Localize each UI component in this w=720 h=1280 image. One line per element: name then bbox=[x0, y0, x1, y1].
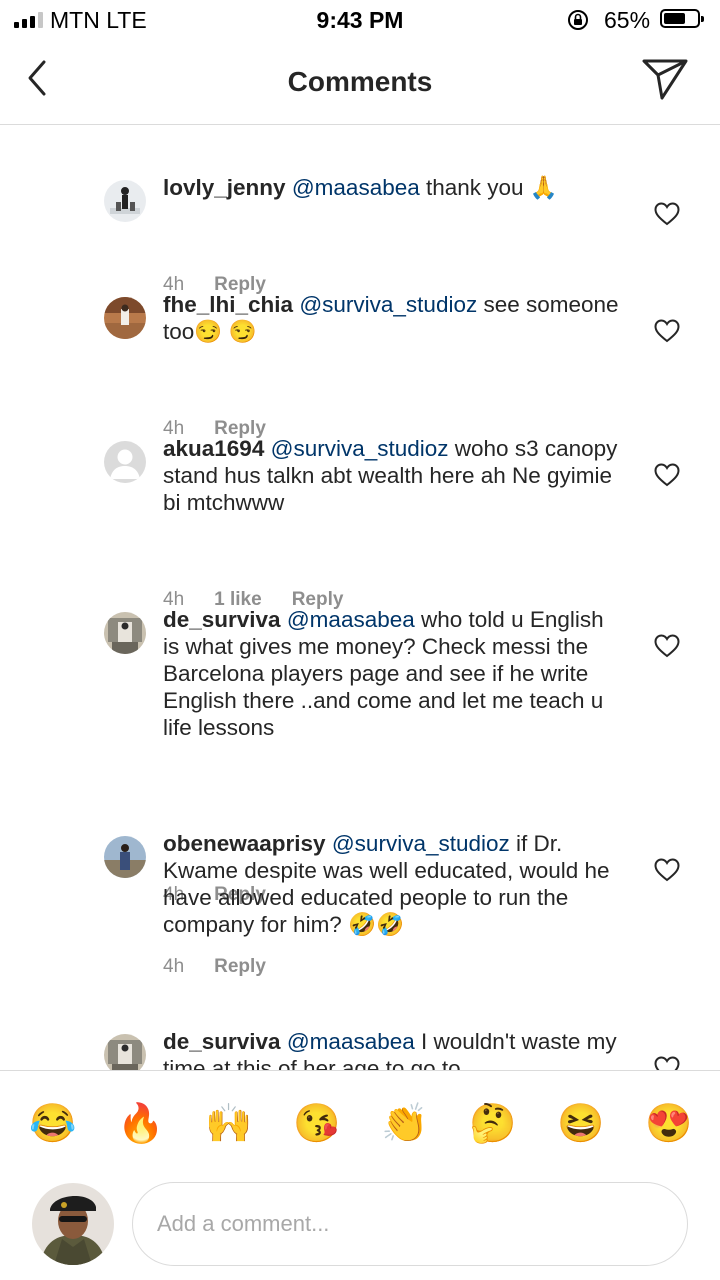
comment-mention[interactable]: @surviva_studioz bbox=[332, 831, 510, 856]
page-title: Comments bbox=[287, 66, 433, 97]
emoji-heart-eyes-button[interactable]: 😍 bbox=[645, 1101, 692, 1147]
status-bar: MTN LTE 9:43 PM 65% bbox=[0, 0, 720, 40]
comment-text: de_surviva @maasabea who told u English … bbox=[163, 606, 623, 741]
heart-icon[interactable] bbox=[654, 634, 680, 658]
comment-username[interactable]: fhe_lhi_chia bbox=[163, 292, 293, 317]
comment-username[interactable]: de_surviva bbox=[163, 607, 281, 632]
comment-text: fhe_lhi_chia @surviva_studioz see someon… bbox=[163, 291, 623, 345]
comment-text: akua1694 @surviva_studioz woho s3 canopy… bbox=[163, 435, 623, 516]
emoji-thinking-button[interactable]: 🤔 bbox=[469, 1101, 516, 1147]
direct-message-icon[interactable] bbox=[640, 56, 690, 102]
orientation-lock-icon bbox=[568, 10, 588, 30]
comment-time: 4h bbox=[163, 956, 185, 977]
comment-mention[interactable]: @maasabea bbox=[287, 1029, 415, 1054]
avatar[interactable] bbox=[104, 297, 146, 339]
comment-username[interactable]: de_surviva bbox=[163, 1029, 281, 1054]
emoji-raised-hands-button[interactable]: 🙌 bbox=[205, 1101, 252, 1147]
avatar[interactable] bbox=[104, 612, 146, 654]
comment-text: lovly_jenny @maasabea thank you 🙏 bbox=[163, 174, 623, 201]
heart-icon[interactable] bbox=[654, 1056, 680, 1070]
heart-icon[interactable] bbox=[654, 202, 680, 226]
comment-input[interactable] bbox=[132, 1182, 688, 1266]
heart-icon[interactable] bbox=[654, 319, 680, 343]
battery-percent: 65% bbox=[604, 7, 651, 33]
comment-meta: 4h Reply bbox=[163, 956, 296, 978]
reply-button[interactable]: Reply bbox=[214, 956, 266, 978]
avatar[interactable] bbox=[104, 836, 146, 878]
heart-icon[interactable] bbox=[654, 858, 680, 882]
comment-mention[interactable]: @maasabea bbox=[287, 607, 415, 632]
comment-username[interactable]: lovly_jenny bbox=[163, 175, 286, 200]
emoji-fire-button[interactable]: 🔥 bbox=[117, 1101, 164, 1147]
comment-text: obenewaaprisy @surviva_studioz if Dr. Kw… bbox=[163, 830, 623, 938]
comment-text: de_surviva @maasabea I wouldn't waste my… bbox=[163, 1028, 623, 1070]
avatar[interactable] bbox=[104, 180, 146, 222]
emoji-joy-button[interactable]: 😂 bbox=[29, 1101, 76, 1147]
emoji-kiss-button[interactable]: 😘 bbox=[293, 1101, 340, 1147]
emoji-laughing-button[interactable]: 😆 bbox=[557, 1101, 604, 1147]
battery-icon bbox=[660, 9, 704, 28]
comment-username[interactable]: obenewaaprisy bbox=[163, 831, 326, 856]
avatar[interactable] bbox=[104, 441, 146, 483]
current-user-avatar[interactable] bbox=[32, 1183, 114, 1265]
comment-mention[interactable]: @surviva_studioz bbox=[299, 292, 477, 317]
emoji-quick-bar: 😂 🔥 🙌 😘 👏 🤔 😆 😍 bbox=[0, 1070, 720, 1171]
heart-icon[interactable] bbox=[654, 463, 680, 487]
comments-list[interactable]: lovly_jenny @maasabea thank you 🙏 4h Repl… bbox=[0, 125, 720, 1070]
emoji-clap-button[interactable]: 👏 bbox=[381, 1101, 428, 1147]
comment-mention[interactable]: @surviva_studioz bbox=[271, 436, 449, 461]
comment-mention[interactable]: @maasabea bbox=[292, 175, 420, 200]
comment-message: thank you 🙏 bbox=[419, 175, 558, 200]
navigation-bar: Comments bbox=[0, 40, 720, 125]
comment-username[interactable]: akua1694 bbox=[163, 436, 264, 461]
avatar[interactable] bbox=[104, 1034, 146, 1070]
